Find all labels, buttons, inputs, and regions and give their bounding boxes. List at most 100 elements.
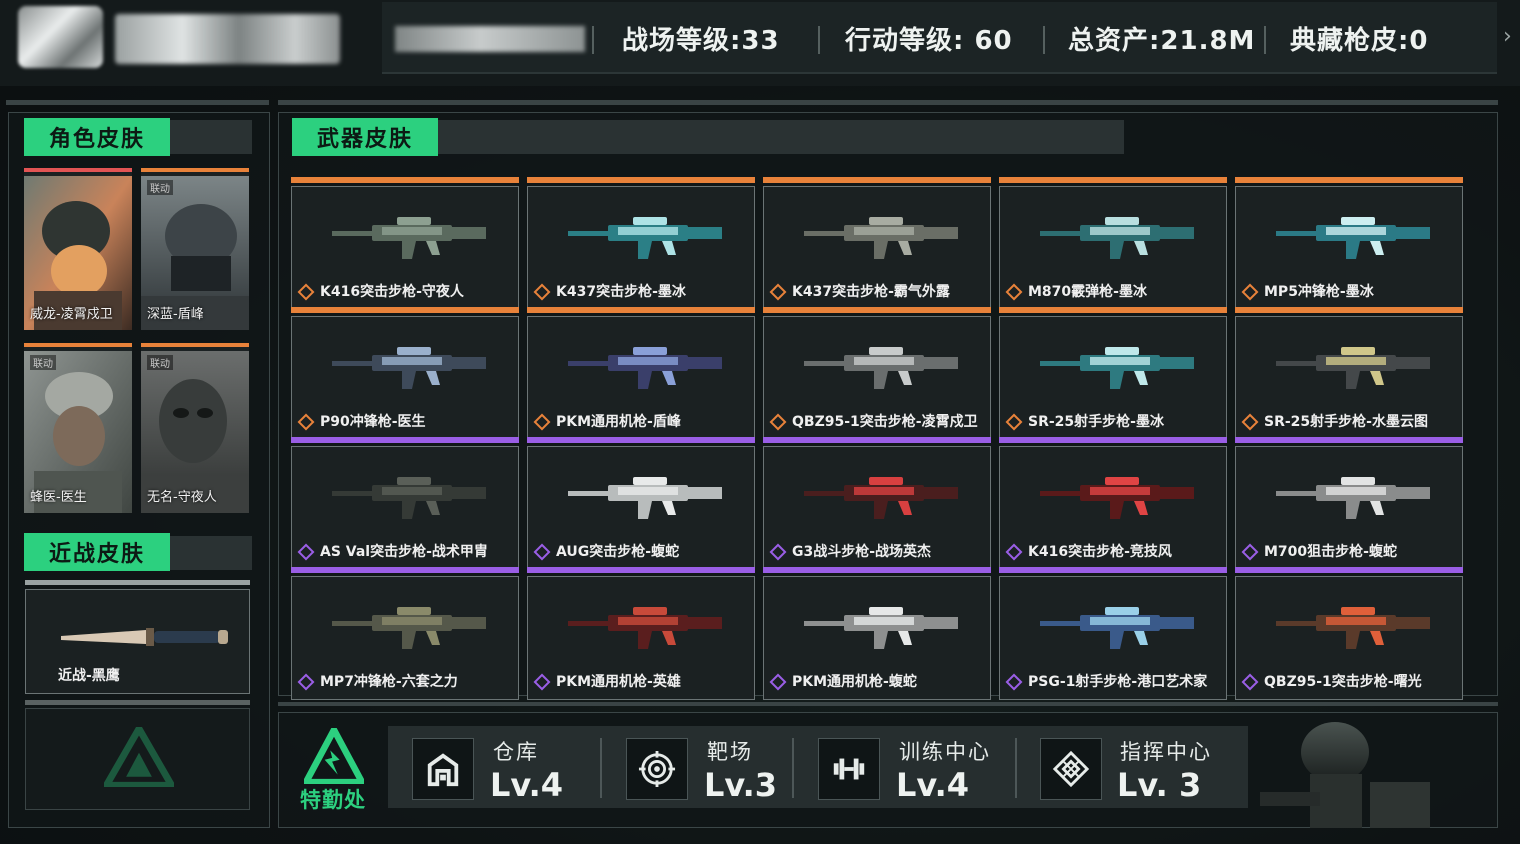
operation-level: 行动等级: 60 [845,26,1013,56]
weapon-skins-title: 武器皮肤 [292,118,438,156]
rarity-diamond-icon [297,283,315,301]
weapon-skin-name: MP5冲锋枪-墨冰 [1264,284,1374,300]
melee-skin-name: 近战-黑鹰 [58,668,120,684]
weapon-image [332,217,486,259]
collab-tag: 联动 [147,355,173,370]
rarity-diamond-icon [1241,413,1259,431]
rarity-bar [291,177,519,183]
character-skin-name: 威龙-凌霄戍卫 [30,307,113,322]
weapon-skin-card[interactable]: QBZ95-1突击步枪-凌霄戍卫 [763,307,991,440]
rarity-diamond-icon [1241,283,1259,301]
weapon-skin-card[interactable]: AS Val突击步枪-战术甲胄 [291,437,519,570]
character-skin-card[interactable]: 联动 深蓝-盾峰 [141,168,249,330]
weapon-image [804,477,958,519]
rarity-diamond-icon [1005,543,1023,561]
rarity-diamond-icon [297,673,315,691]
weapon-skin-card[interactable]: PSG-1射手步枪-港口艺术家 [999,567,1227,700]
rarity-bar [1235,307,1463,313]
divider [592,26,594,54]
weapon-image [804,607,958,649]
weapon-skin-name: AUG突击步枪-蝮蛇 [556,544,680,560]
facility-name: 靶场 [707,740,753,764]
rarity-diamond-icon [1241,673,1259,691]
rarity-bar [291,567,519,573]
rarity-bar [25,700,250,705]
rarity-bar [527,177,755,183]
melee-skins-title: 近战皮肤 [24,533,170,571]
rarity-bar [763,177,991,183]
divider [6,100,269,105]
weapon-skin-card[interactable]: M870霰弹枪-墨冰 [999,177,1227,310]
special-ops-label: 特勤处 [300,788,366,812]
weapon-skin-card[interactable]: K437突击步枪-墨冰 [527,177,755,310]
weapon-skin-card[interactable]: SR-25射手步枪-墨冰 [999,307,1227,440]
rarity-bar [291,307,519,313]
rarity-diamond-icon [1005,673,1023,691]
melee-skin-card[interactable]: 近战-黑鹰 [25,589,250,694]
weapon-skin-card[interactable]: SR-25射手步枪-水墨云图 [1235,307,1463,440]
rarity-bar [291,437,519,443]
rarity-bar [527,437,755,443]
avatar[interactable] [18,6,103,68]
rarity-bar [1235,437,1463,443]
weapon-skin-card[interactable]: P90冲锋枪-医生 [291,307,519,440]
weapon-image [332,607,486,649]
rarity-bar [1235,177,1463,183]
rarity-diamond-icon [1005,283,1023,301]
divider [1043,26,1045,54]
weapon-image [568,347,722,389]
weapon-skin-card[interactable]: PKM通用机枪-蝮蛇 [763,567,991,700]
weapon-image [1276,347,1430,389]
player-id-blurred [395,26,585,52]
rarity-bar [763,567,991,573]
weapon-skin-card[interactable]: PKM通用机枪-英雄 [527,567,755,700]
weapon-skin-card[interactable]: G3战斗步枪-战场英杰 [763,437,991,570]
weapon-image [1276,607,1430,649]
weapon-skin-card[interactable]: K416突击步枪-守夜人 [291,177,519,310]
weapon-skin-name: K416突击步枪-竞技风 [1028,544,1172,560]
rarity-diamond-icon [769,673,787,691]
rarity-bar [527,567,755,573]
rarity-diamond-icon [1005,413,1023,431]
chevron-right-icon[interactable]: › [1503,24,1512,49]
divider [1015,738,1017,798]
weapon-skin-card[interactable]: MP7冲锋枪-六套之力 [291,567,519,700]
command-icon [1040,738,1102,800]
weapon-image [332,347,486,389]
rarity-bar [999,437,1227,443]
character-skin-card[interactable]: 联动 无名-守夜人 [141,343,249,513]
character-skin-card[interactable]: 联动 蜂医-医生 [24,343,132,513]
weapon-skin-name: SR-25射手步枪-墨冰 [1028,414,1164,430]
rarity-diamond-icon [533,283,551,301]
weapon-skin-card[interactable]: AUG突击步枪-蝮蛇 [527,437,755,570]
total-assets: 总资产:21.8M [1068,26,1256,56]
player-name-blurred [115,14,340,64]
character-skin-card[interactable]: 威龙-凌霄戍卫 [24,168,132,330]
rarity-diamond-icon [533,673,551,691]
weapon-skin-card[interactable]: M700狙击步枪-蝮蛇 [1235,437,1463,570]
weapon-skin-name: P90冲锋枪-医生 [320,414,426,430]
soldier-illustration [1260,722,1430,828]
weapon-skin-name: G3战斗步枪-战场英杰 [792,544,932,560]
weapon-skin-card[interactable]: K437突击步枪-霸气外露 [763,177,991,310]
weapon-skin-name: M870霰弹枪-墨冰 [1028,284,1147,300]
rarity-bar [527,307,755,313]
target-icon [626,738,688,800]
character-skin-name: 无名-守夜人 [147,490,217,505]
weapon-skin-card[interactable]: QBZ95-1突击步枪-曙光 [1235,567,1463,700]
collab-tag: 联动 [30,355,56,370]
rarity-diamond-icon [297,413,315,431]
collab-tag: 联动 [147,180,173,195]
special-ops-logo-icon [304,728,364,784]
weapon-skin-name: QBZ95-1突击步枪-凌霄戍卫 [792,414,978,430]
divider [792,738,794,798]
weapon-skin-card[interactable]: K416突击步枪-竞技风 [999,437,1227,570]
weapon-skin-card[interactable]: PKM通用机枪-盾峰 [527,307,755,440]
weapon-skin-name: PKM通用机枪-蝮蛇 [792,674,917,690]
weapon-image [332,477,486,519]
weapon-skin-card[interactable]: MP5冲锋枪-墨冰 [1235,177,1463,310]
weapon-image [804,347,958,389]
rarity-bar [763,437,991,443]
weapon-image [1040,347,1194,389]
rarity-bar [999,567,1227,573]
